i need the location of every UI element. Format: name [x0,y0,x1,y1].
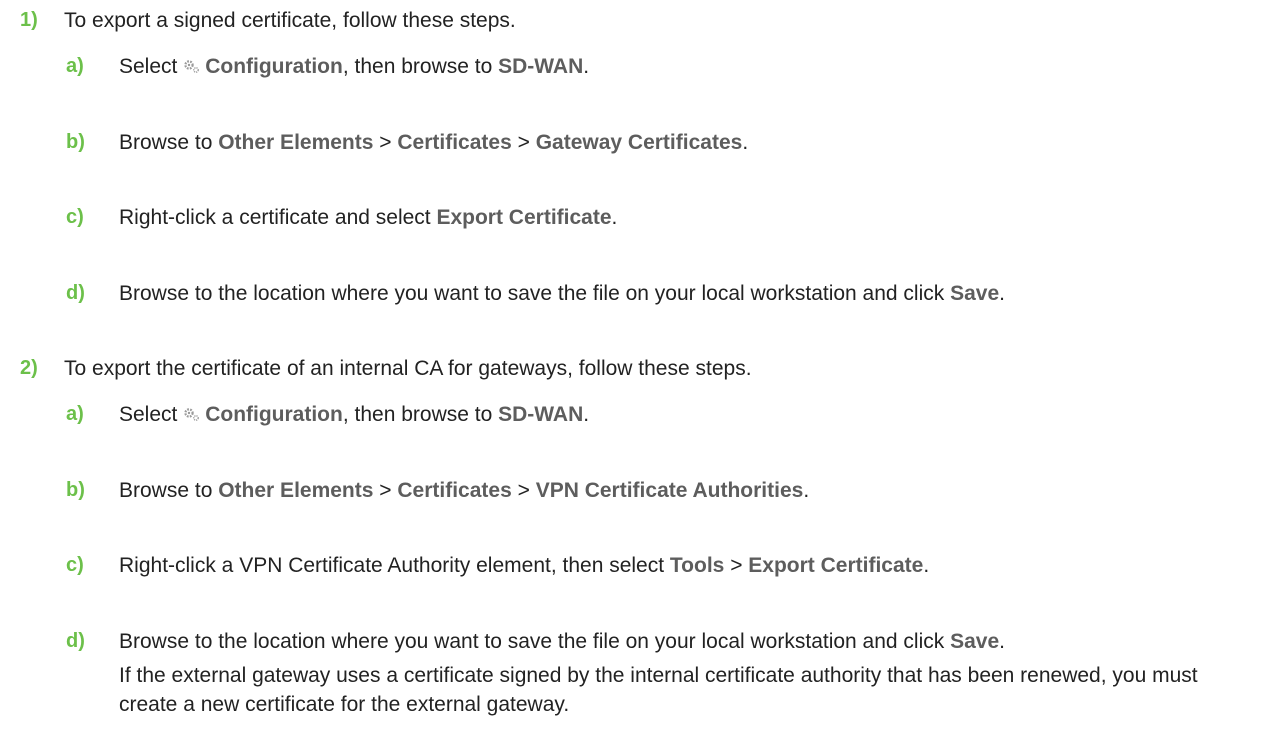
substep-letter: b) [66,131,85,153]
substep-text: Right-click a certificate and select Exp… [119,206,618,229]
ui-label-tools: Tools [669,554,725,577]
step-result-note: If the external gateway uses a certifica… [119,664,1198,716]
page: { "steps": [ { "num": "1)", "text": "To … [0,0,1262,734]
substep-letter: a) [66,55,84,77]
substep-letter: a) [66,403,84,425]
substep-letter: d) [66,630,85,652]
ui-label-other-elements: Other Elements [218,479,374,502]
ui-label-export-certificate: Export Certificate [748,554,924,577]
ui-label-other-elements: Other Elements [218,131,374,154]
substep-text: Select Configuration, then browse to SD-… [119,403,590,428]
gear-icon [183,56,200,80]
ui-label-gateway-certificates: Gateway Certificates [535,131,743,154]
step-text: To export the certificate of an internal… [64,357,752,380]
substep-text: Browse to the location where you want to… [119,282,1005,305]
ui-label-certificates: Certificates [397,131,512,154]
ui-label-configuration: Configuration [205,403,343,426]
substep-text: Browse to the location where you want to… [119,630,1005,653]
ui-label-certificates: Certificates [397,479,512,502]
substep-letter: c) [66,554,84,576]
substep-text: Select Configuration, then browse to SD-… [119,55,590,80]
substep-text: Right-click a VPN Certificate Authority … [119,554,930,577]
ui-label-save: Save [950,630,1000,653]
step-text: To export a signed certificate, follow t… [64,9,516,32]
substep-letter: c) [66,206,84,228]
substep-text: Browse to Other Elements > Certificates … [119,131,749,154]
step-number: 2) [20,357,38,379]
ui-label-sd-wan: SD-WAN [498,55,584,78]
ui-label-save: Save [950,282,1000,305]
substep-letter: b) [66,479,85,501]
substep-text: Browse to Other Elements > Certificates … [119,479,810,502]
ui-label-sd-wan: SD-WAN [498,403,584,426]
ui-label-vpn-certificate-authorities: VPN Certificate Authorities [535,479,804,502]
ui-label-configuration: Configuration [205,55,343,78]
gear-icon [183,404,200,428]
ui-label-export-certificate: Export Certificate [436,206,612,229]
step-number: 1) [20,9,38,31]
substep-letter: d) [66,282,85,304]
